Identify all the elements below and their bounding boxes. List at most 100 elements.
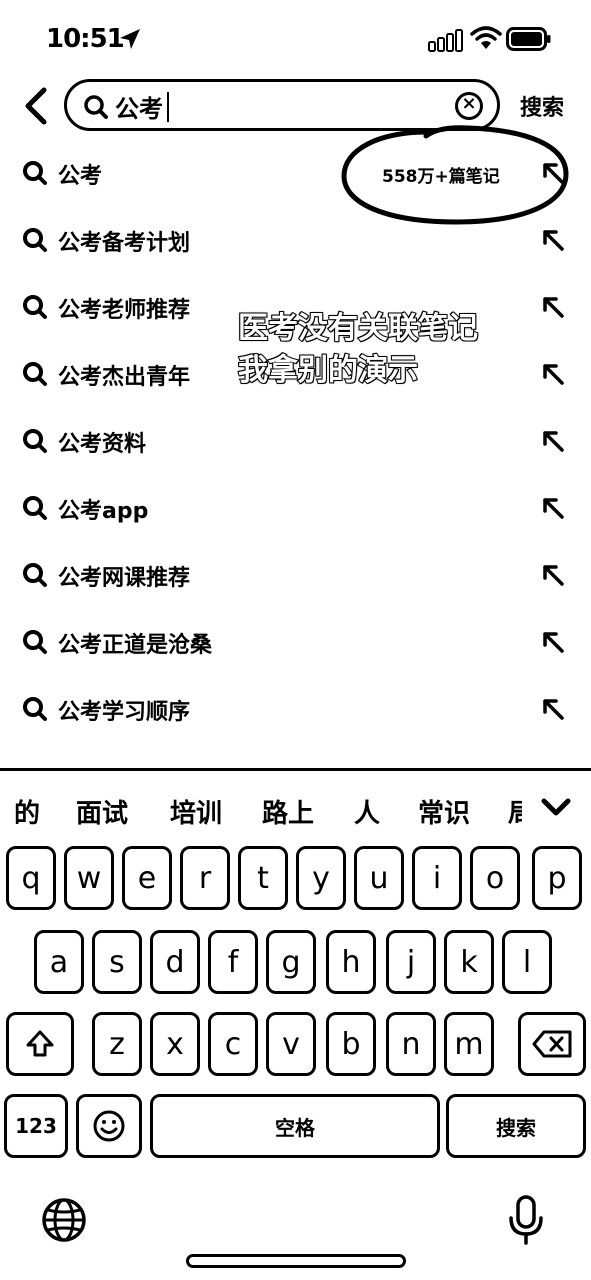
suggestion-text: 公考学习顺序	[58, 700, 191, 725]
suggestion-text: 公考老师推荐	[58, 298, 191, 323]
location-arrow-icon	[120, 29, 140, 49]
microphone-icon[interactable]	[506, 1194, 546, 1246]
candidate-word[interactable]: 培训	[170, 793, 222, 829]
key-o[interactable]: o	[470, 846, 520, 910]
key-a[interactable]: a	[34, 930, 84, 994]
home-indicator[interactable]	[186, 1254, 406, 1268]
magnifier-icon	[23, 228, 47, 252]
battery-icon	[506, 27, 551, 51]
candidate-word[interactable]: 人	[354, 793, 380, 829]
candidate-bar: 的 面试 培训 路上 人 常识 局	[0, 789, 591, 829]
key-f[interactable]: f	[208, 930, 258, 994]
key-y[interactable]: y	[296, 846, 346, 910]
search-box[interactable]: ×	[64, 79, 500, 131]
key-i[interactable]: i	[412, 846, 462, 910]
suggestion-text: 公考app	[58, 499, 149, 524]
magnifier-icon	[23, 429, 47, 453]
clear-circle-icon: ×	[461, 93, 477, 114]
suggestion-item[interactable]: 公考正道是沧桑	[0, 607, 591, 674]
key-c[interactable]: c	[208, 1012, 258, 1076]
status-time: 10:51	[46, 24, 125, 54]
suggestion-text: 公考正道是沧桑	[58, 633, 213, 658]
backspace-icon	[532, 1030, 572, 1058]
shift-key[interactable]	[6, 1012, 74, 1076]
suggestion-item[interactable]: 公考备考计划	[0, 205, 591, 272]
arrow-up-left-icon[interactable]	[540, 428, 566, 454]
magnifier-icon	[84, 95, 108, 119]
suggestion-item[interactable]: 公考app	[0, 473, 591, 540]
suggestion-text: 公考杰出青年	[58, 365, 191, 390]
numbers-key[interactable]: 123	[4, 1094, 68, 1158]
emoji-key[interactable]	[76, 1094, 142, 1158]
search-input[interactable]	[115, 88, 435, 124]
candidate-word[interactable]: 路上	[262, 793, 314, 829]
space-key[interactable]: 空格	[150, 1094, 440, 1158]
key-h[interactable]: h	[326, 930, 376, 994]
back-button[interactable]	[20, 86, 52, 126]
key-s[interactable]: s	[92, 930, 142, 994]
candidate-word[interactable]: 局	[508, 793, 522, 829]
magnifier-icon	[23, 563, 47, 587]
wifi-icon	[470, 26, 502, 49]
arrow-up-left-icon[interactable]	[540, 696, 566, 722]
arrow-up-left-icon[interactable]	[540, 160, 566, 186]
arrow-up-left-icon[interactable]	[540, 495, 566, 521]
magnifier-icon	[23, 630, 47, 654]
suggestion-item[interactable]: 公考资料	[0, 406, 591, 473]
key-m[interactable]: m	[444, 1012, 494, 1076]
suggestion-text: 公考备考计划	[58, 231, 191, 256]
candidate-word[interactable]: 面试	[76, 793, 128, 829]
candidate-word[interactable]: 常识	[418, 793, 470, 829]
suggestion-text: 公考资料	[58, 432, 147, 457]
suggestion-item[interactable]: 公考学习顺序	[0, 674, 591, 741]
arrow-up-left-icon[interactable]	[540, 227, 566, 253]
key-z[interactable]: z	[92, 1012, 142, 1076]
key-t[interactable]: t	[238, 846, 288, 910]
key-w[interactable]: w	[64, 846, 114, 910]
key-u[interactable]: u	[354, 846, 404, 910]
key-x[interactable]: x	[150, 1012, 200, 1076]
search-button[interactable]: 搜索	[520, 90, 564, 122]
key-n[interactable]: n	[386, 1012, 436, 1076]
magnifier-icon	[23, 362, 47, 386]
arrow-up-left-icon[interactable]	[540, 629, 566, 655]
key-q[interactable]: q	[6, 846, 56, 910]
globe-icon[interactable]	[40, 1196, 88, 1244]
key-j[interactable]: j	[386, 930, 436, 994]
overlay-line-1: 医考没有关联笔记	[237, 310, 479, 347]
magnifier-icon	[23, 295, 47, 319]
key-r[interactable]: r	[180, 846, 230, 910]
note-count: 558万+篇笔记	[382, 167, 500, 187]
key-e[interactable]: e	[122, 846, 172, 910]
shift-icon	[26, 1030, 54, 1057]
key-l[interactable]: l	[502, 930, 552, 994]
key-v[interactable]: v	[266, 1012, 316, 1076]
arrow-up-left-icon[interactable]	[540, 562, 566, 588]
key-k[interactable]: k	[444, 930, 494, 994]
key-b[interactable]: b	[326, 1012, 376, 1076]
candidate-word[interactable]: 的	[14, 793, 40, 829]
magnifier-icon	[23, 697, 47, 721]
magnifier-icon	[23, 161, 47, 185]
search-action-key[interactable]: 搜索	[446, 1094, 586, 1158]
arrow-up-left-icon[interactable]	[540, 294, 566, 320]
key-p[interactable]: p	[532, 846, 582, 910]
status-bar: 10:51	[0, 0, 591, 80]
suggestion-item[interactable]: 公考 558万+篇笔记	[0, 138, 591, 205]
suggestion-text: 公考	[58, 164, 103, 189]
suggestion-item[interactable]: 公考网课推荐	[0, 540, 591, 607]
cellular-signal-icon	[428, 29, 463, 52]
emoji-icon	[93, 1110, 125, 1142]
clear-search-button[interactable]: ×	[455, 92, 483, 120]
key-d[interactable]: d	[150, 930, 200, 994]
delete-key[interactable]	[518, 1012, 586, 1076]
overlay-line-2: 我拿别的演示	[237, 352, 419, 389]
suggestion-list: 公考 558万+篇笔记 公考备考计划 公考老师推荐 公考杰出青年 公考资料 公考…	[0, 138, 591, 741]
magnifier-icon	[23, 496, 47, 520]
arrow-up-left-icon[interactable]	[540, 361, 566, 387]
text-caret	[167, 92, 169, 122]
overlay-caption: 医考没有关联笔记 我拿别的演示	[237, 308, 479, 392]
key-g[interactable]: g	[266, 930, 316, 994]
chevron-down-icon[interactable]	[540, 797, 572, 819]
suggestion-text: 公考网课推荐	[58, 566, 191, 591]
